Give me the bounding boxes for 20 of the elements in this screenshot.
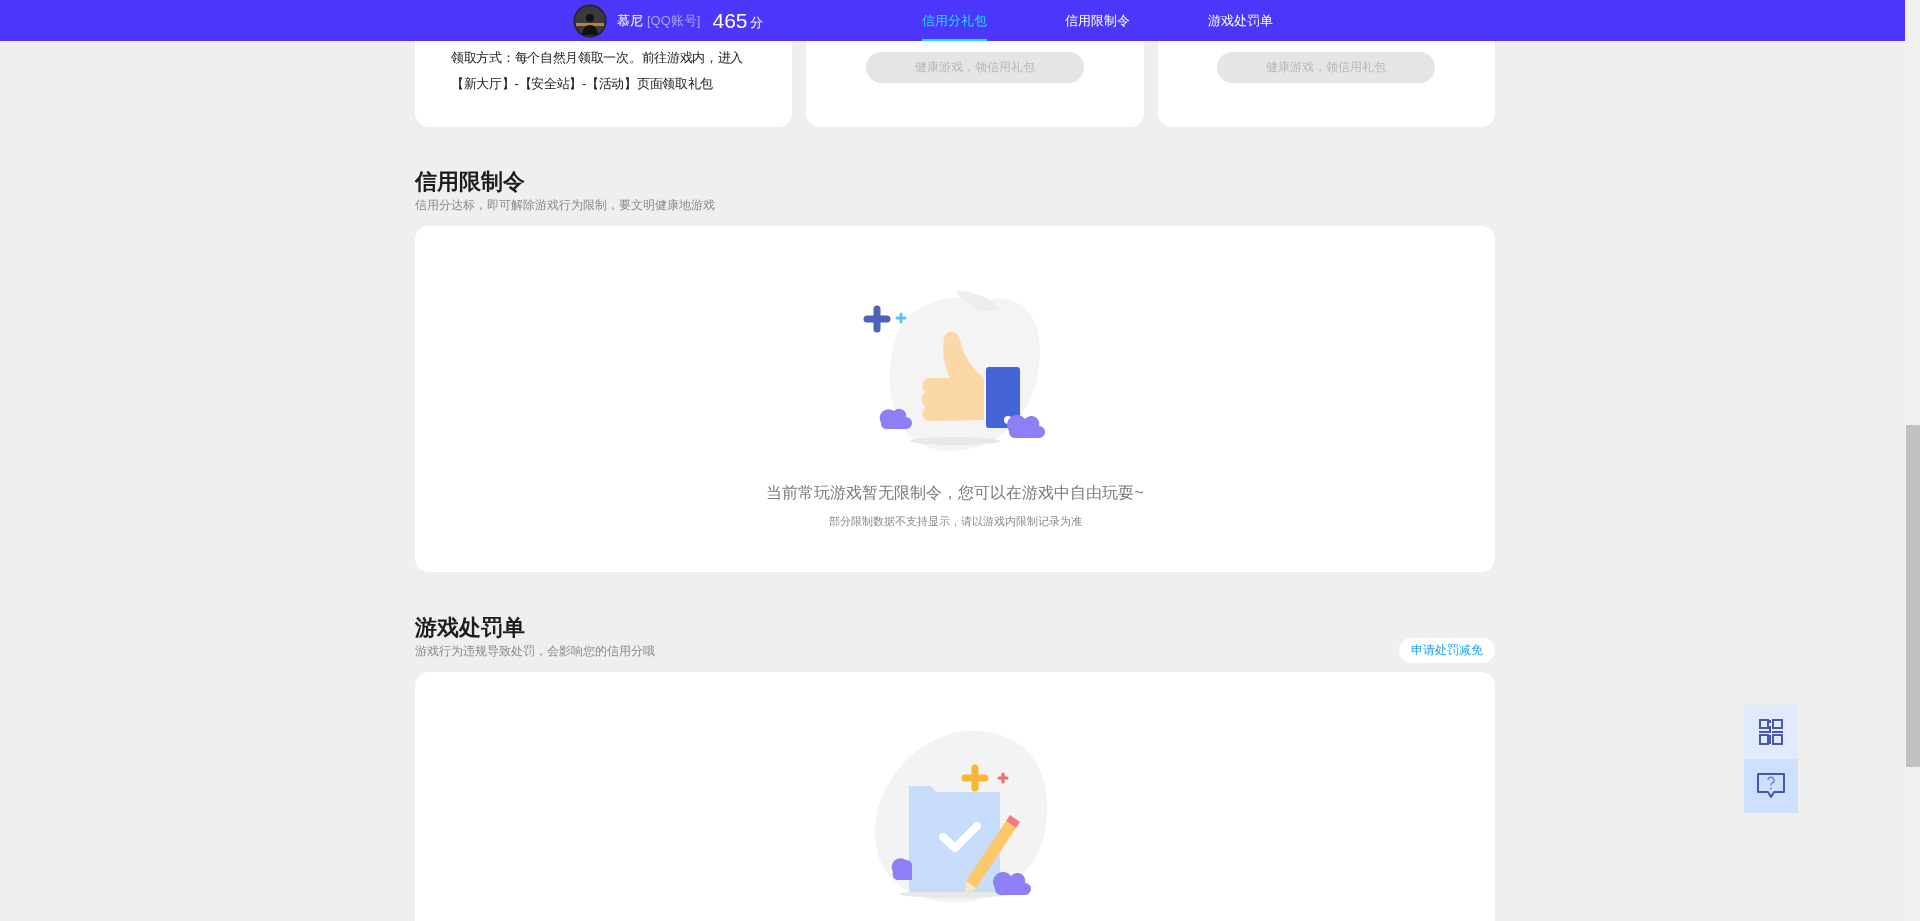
account-type: [QQ账号] (647, 11, 701, 30)
qr-code-button[interactable] (1744, 705, 1798, 759)
scrollbar-thumb[interactable] (1906, 425, 1920, 767)
section-subtitle: 游戏行为违规导致处罚，会影响您的信用分哦 (415, 643, 655, 659)
empty-message: 当前常玩游戏暂无限制令，您可以在游戏中自由玩耍~ (766, 483, 1144, 503)
qr-code-icon (1758, 718, 1784, 746)
appeal-button[interactable]: 申请处罚减免 (1399, 638, 1495, 663)
user-name: 慕尼 (617, 11, 643, 30)
section-subtitle: 信用分达标，即可解除游戏行为限制，要文明健康地游戏 (415, 197, 715, 213)
score-unit: 分 (749, 13, 763, 32)
empty-note: 部分限制数据不支持显示，请以游戏内限制记录为准 (828, 514, 1082, 529)
section-title: 游戏处罚单 (415, 614, 526, 642)
help-button[interactable] (1744, 759, 1798, 813)
help-chat-icon (1756, 772, 1786, 800)
nav-tab[interactable]: 信用限制令 (1065, 0, 1130, 41)
avatar-icon (573, 3, 607, 38)
nav-tab[interactable]: 游戏处罚单 (1208, 0, 1273, 41)
claim-instructions: 领取方式：每个自然月领取一次。前往游戏内，进入【新大厅】-【安全站】-【活动】页面领取礼包 (451, 49, 745, 93)
section-title: 信用限制令 (415, 168, 526, 196)
credit-score: 465 (712, 8, 748, 33)
